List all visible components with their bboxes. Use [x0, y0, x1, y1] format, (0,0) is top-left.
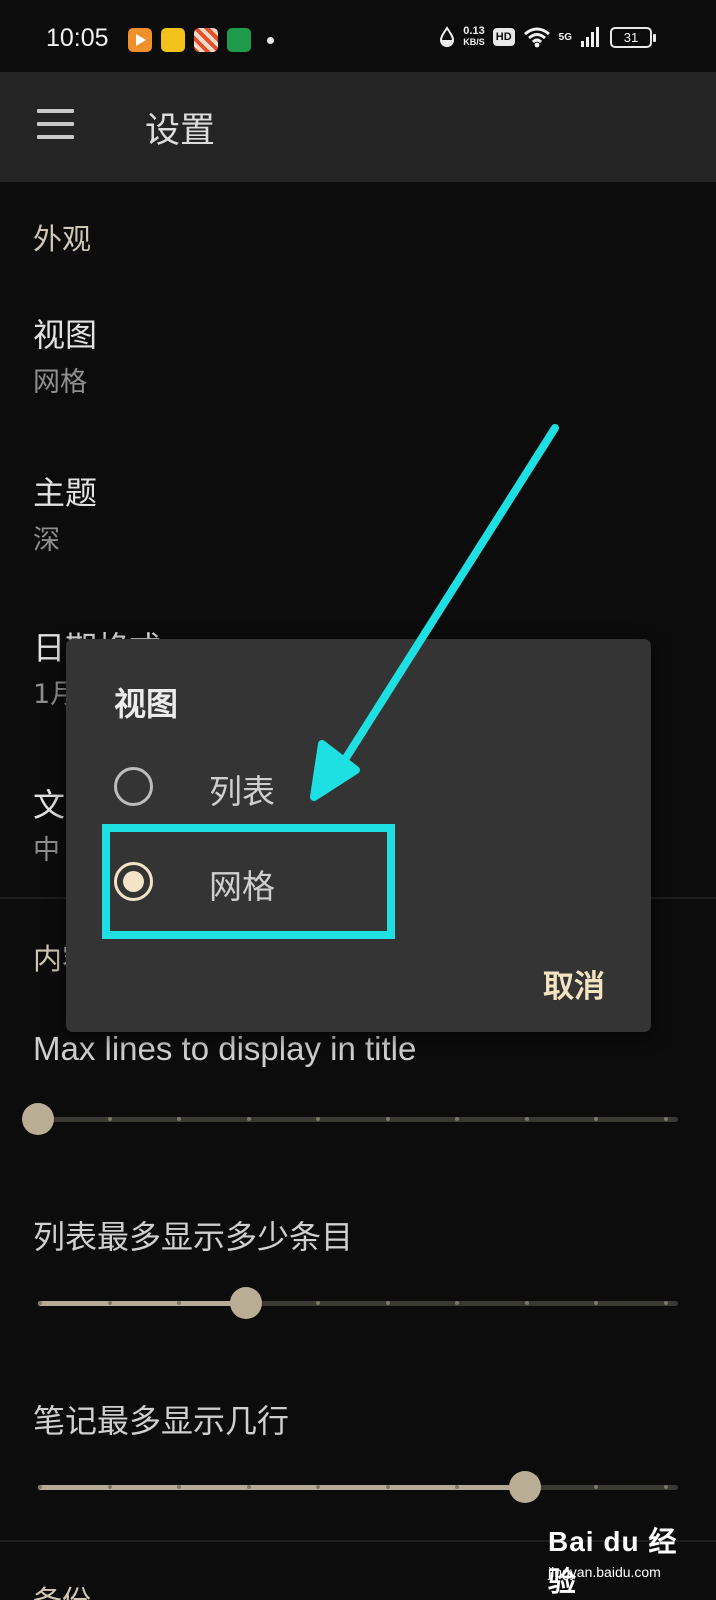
dialog-title: 视图: [114, 685, 179, 723]
baidu-watermark: Bai du 经验 jingyan.baidu.com: [548, 1520, 698, 1597]
watermark-main: Bai du 经验: [548, 1526, 678, 1597]
watermark-sub: jingyan.baidu.com: [548, 1564, 661, 1580]
annotation-highlight-box: [102, 824, 395, 939]
radio-list[interactable]: [114, 767, 153, 806]
cancel-button[interactable]: 取消: [543, 961, 605, 1006]
option-list[interactable]: 列表: [114, 747, 414, 827]
option-list-label: 列表: [209, 772, 275, 811]
